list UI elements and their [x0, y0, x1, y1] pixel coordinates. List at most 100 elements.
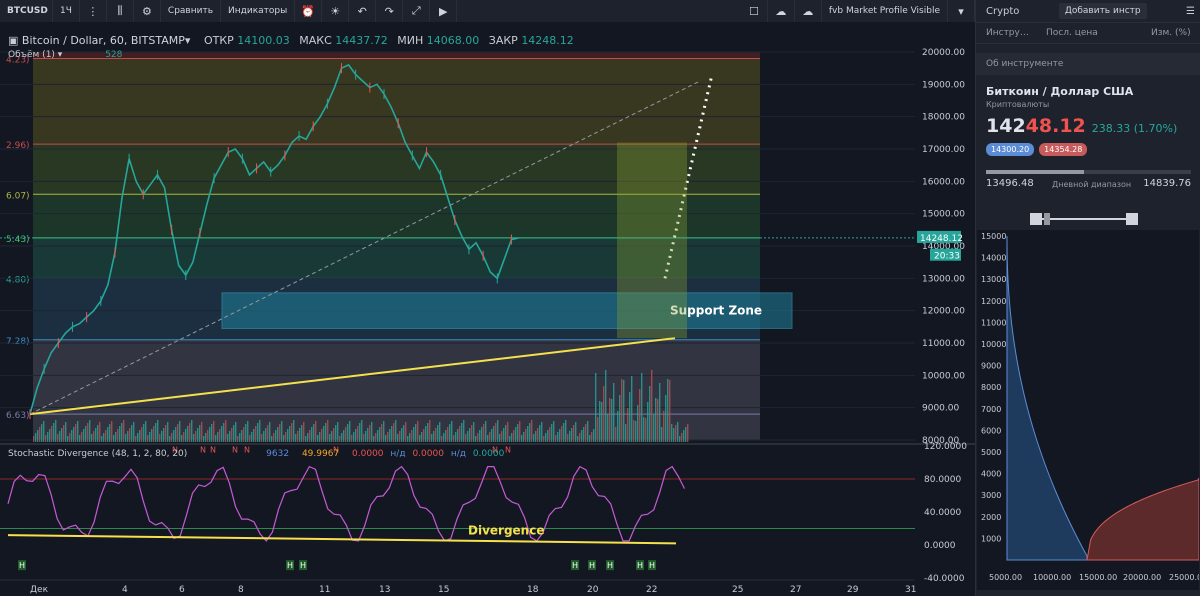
volume-bar-287 [607, 414, 609, 442]
volume-bar-208 [449, 424, 451, 442]
depth-chart[interactable]: 15000 14000 13000 12000 11000 10000 9000 8000 70… [977, 230, 1199, 590]
menu-icon[interactable]: ☰ [1186, 6, 1195, 17]
candles-icon[interactable]: ⫼ [107, 0, 134, 22]
volume-bar-33 [99, 422, 101, 442]
volume-bar-9 [51, 426, 53, 442]
chevron-down-icon[interactable]: ▾ [948, 0, 975, 22]
volume-bar-149 [331, 431, 333, 442]
volume-bar-248 [529, 423, 531, 442]
cloud-download-icon[interactable]: ☁ [768, 0, 795, 22]
volume-bar-240 [513, 430, 515, 442]
redo-icon[interactable]: ↷ [376, 0, 404, 22]
depth-slider[interactable] [1028, 212, 1140, 226]
h-marker-7: H [649, 561, 655, 570]
volume-bar-19 [71, 430, 73, 442]
legend-chevron-icon[interactable]: ▾ [185, 34, 191, 47]
square-icon[interactable]: ☐ [741, 0, 768, 22]
study-name[interactable]: fvb Market Profile Visible [822, 0, 948, 22]
volume-bar-135 [303, 422, 305, 442]
volume-bar-15 [63, 425, 65, 442]
volume-bar-16 [65, 422, 67, 442]
volume-bar-156 [345, 427, 347, 442]
depth-ytick-12: 3000 [981, 491, 1001, 500]
bulb-icon[interactable]: ☀ [322, 0, 350, 22]
fib-label-2: 6.07) [6, 191, 30, 201]
volume-bar-50 [133, 422, 135, 442]
range-low: 13496.48 [986, 178, 1034, 189]
volume-bar-227 [487, 435, 489, 442]
volume-bar-34 [101, 436, 103, 442]
volume-bar-317 [667, 379, 669, 442]
osc-v1: 49.9967 [301, 449, 340, 459]
volume-bar-274 [581, 430, 583, 442]
close-value: 14248.12 [521, 34, 574, 47]
volume-title[interactable]: Объём (1) [8, 50, 55, 60]
volume-bar-224 [481, 427, 483, 442]
volume-bar-239 [511, 433, 513, 442]
volume-bar-301 [635, 421, 637, 442]
compare-button[interactable]: Сравнить [161, 0, 222, 22]
price-tick-5: 15000.00 [922, 210, 965, 220]
more-vertical-icon[interactable]: ⋮ [80, 0, 107, 22]
volume-bar-320 [673, 428, 675, 442]
watchlist-title[interactable]: Crypto [986, 6, 1019, 17]
gear-icon[interactable]: ⚙ [134, 0, 161, 22]
cloud-upload-icon[interactable]: ☁ [795, 0, 822, 22]
volume-bar-325 [683, 430, 685, 442]
volume-bar-68 [169, 436, 171, 442]
close-label: ЗАКР [488, 34, 518, 47]
price-change: 238.33 (1.70%) [1091, 122, 1178, 135]
volume-bar-253 [539, 425, 541, 442]
osc-tick-1: 80.0000 [924, 475, 961, 485]
symbol-field[interactable]: BTCUSD [0, 0, 53, 22]
volume-bar-4 [41, 424, 43, 442]
volume-bar-127 [287, 429, 289, 442]
volume-bar-144 [321, 429, 323, 442]
alert-clock-icon[interactable]: ⏰ [295, 0, 323, 22]
col-instrument[interactable]: Инстру… [986, 28, 1046, 38]
watchlist-columns: Инстру… Посл. цена Изм. (%) [976, 23, 1200, 44]
volume-bar-101 [235, 422, 237, 442]
main-chart[interactable]: 4.23)2.96)6.07)5.43)4.80)7.28)6.63) Supp… [0, 22, 975, 596]
legend-title[interactable]: Bitcoin / Dollar, 60, BITSTAMP [22, 34, 185, 47]
volume-bar-86 [205, 433, 207, 442]
volume-bar-20 [73, 427, 75, 442]
volume-bar-186 [405, 422, 407, 442]
volume-bar-21 [75, 424, 77, 442]
volume-bar-162 [357, 426, 359, 442]
h-marker-3: H [572, 561, 578, 570]
undo-icon[interactable]: ↶ [349, 0, 377, 22]
volume-bar-28 [89, 420, 91, 442]
volume-bar-299 [631, 376, 633, 442]
osc-title[interactable]: Stochastic Divergence (48, 1, 2, 80, 20) [8, 449, 187, 459]
details-section-header[interactable]: Об инструменте [976, 53, 1200, 75]
volume-bar-27 [87, 423, 89, 442]
volume-bar-163 [359, 423, 361, 442]
interval-button[interactable]: 1Ч [53, 0, 80, 22]
volume-bar-295 [623, 380, 625, 442]
volume-bar-174 [381, 424, 383, 442]
volume-bar-214 [461, 423, 463, 442]
volume-bar-54 [141, 427, 143, 442]
col-last[interactable]: Посл. цена [1046, 28, 1151, 38]
volume-bar-98 [229, 431, 231, 442]
volume-bar-183 [399, 431, 401, 442]
volume-bar-221 [475, 436, 477, 442]
volume-bar-0 [33, 436, 35, 442]
volume-bar-213 [459, 426, 461, 442]
volume-bar-215 [463, 420, 465, 442]
volume-bar-77 [187, 426, 189, 442]
price-tick-10: 10000.00 [922, 371, 965, 381]
volume-bar-111 [255, 426, 257, 442]
add-instrument-button[interactable]: Добавить инстр [1058, 3, 1147, 19]
volume-bar-85 [203, 436, 205, 442]
volume-bar-245 [523, 432, 525, 442]
play-icon[interactable]: ▶ [430, 0, 458, 22]
fullscreen-icon[interactable]: ⤢ [403, 0, 431, 22]
indicators-button[interactable]: Индикаторы [221, 0, 296, 22]
volume-bar-309 [651, 370, 653, 442]
fib-band-6 [33, 339, 760, 440]
volume-bar-283 [599, 401, 601, 442]
col-change[interactable]: Изм. (%) [1151, 28, 1191, 38]
legend-icon[interactable]: ▣ [8, 34, 18, 47]
